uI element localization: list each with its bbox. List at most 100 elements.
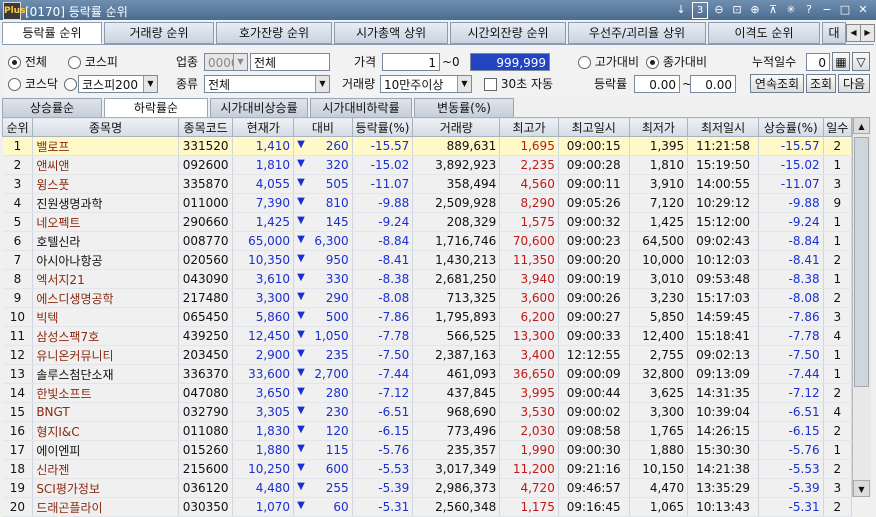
radio-vs-high[interactable]: 고가대비: [578, 53, 639, 71]
tab-rate-rank[interactable]: 등락률 순위: [2, 22, 102, 44]
tab-market-cap[interactable]: 시가총액 상위: [334, 22, 448, 44]
col-high[interactable]: 최고가: [499, 117, 559, 137]
calendar-icon[interactable]: ▦: [832, 52, 850, 71]
col-code[interactable]: 종목코드: [177, 117, 234, 137]
cell-price: 12,450: [232, 326, 295, 346]
cell-name: 앤씨앤: [32, 155, 179, 175]
scroll-thumb[interactable]: [854, 137, 869, 387]
table-row[interactable]: 16 형지I&C 011080 1,830 ▼ 120 -6.15 773,496 2,030 0…: [2, 421, 853, 441]
next-button[interactable]: 다음: [838, 74, 870, 93]
col-price[interactable]: 현재가: [232, 117, 295, 137]
col-volume[interactable]: 거래량: [412, 117, 501, 137]
rate-from-field[interactable]: 0.00: [634, 75, 680, 93]
tab-rise-rate[interactable]: 상승률순: [2, 98, 102, 118]
title-bar: Plus [0170] 등락률 순위 ↓ 3 ⊖ ⊡ ⊕ ⊼ ✳ ? − □ ✕: [0, 0, 876, 20]
window-title: [0170] 등락률 순위: [25, 5, 128, 19]
type-select[interactable]: 전체 ▼: [204, 75, 330, 93]
vertical-scrollbar[interactable]: ▲ ▼: [852, 117, 871, 497]
down-arrow-icon[interactable]: ↓: [674, 2, 688, 17]
filter-icon[interactable]: ▽: [852, 52, 870, 71]
table-row[interactable]: 3 윙스풋 335870 4,055 ▼ 505 -11.07 358,494 4,560 09:…: [2, 174, 853, 194]
tab-open-fall[interactable]: 시가대비하락률: [310, 98, 412, 118]
table-row[interactable]: 9 에스디생명공학 217480 3,300 ▼ 290 -8.08 713,325 3,600…: [2, 288, 853, 308]
scroll-up-icon[interactable]: ▲: [853, 117, 870, 134]
scroll-down-icon[interactable]: ▼: [853, 480, 870, 497]
col-low[interactable]: 최저가: [628, 117, 689, 137]
industry-value-field[interactable]: 전체: [250, 53, 330, 71]
maximize-icon[interactable]: □: [838, 2, 852, 17]
cell-code: 008770: [178, 231, 234, 251]
tab-next-icon[interactable]: ▶: [860, 24, 875, 42]
radio-kosdaq[interactable]: 코스닥: [8, 75, 58, 93]
down-triangle-icon: ▼: [297, 424, 305, 435]
table-row[interactable]: 17 에이엔피 015260 1,880 ▼ 115 -5.76 235,357 1,990 09…: [2, 440, 853, 460]
table-row[interactable]: 5 네오펙트 290660 1,425 ▼ 145 -9.24 208,329 1,575 09:…: [2, 212, 853, 232]
industry-code-select[interactable]: 0000 ▼: [204, 53, 248, 71]
tab-afterhours-rank[interactable]: 시간외잔량 순위: [450, 22, 566, 44]
table-row[interactable]: 13 솔루스첨단소재 336370 33,600 ▼ 2,700 -7.44 461,093 3…: [2, 364, 853, 384]
table-row[interactable]: 12 유니온커뮤니티 203450 2,900 ▼ 235 -7.50 2,387,163 3,…: [2, 345, 853, 365]
help-icon[interactable]: ?: [802, 2, 816, 17]
tab-open-rise[interactable]: 시가대비상승률: [210, 98, 308, 118]
query-button[interactable]: 조회: [806, 74, 836, 93]
tab-volume-rank[interactable]: 거래량 순위: [104, 22, 214, 44]
col-up-rate[interactable]: 상승률(%): [757, 117, 824, 137]
table-row[interactable]: 19 SCI평가정보 036120 4,480 ▼ 255 -5.39 2,986,373 4,…: [2, 478, 853, 498]
cell-code: 065450: [178, 307, 234, 327]
close-icon[interactable]: ✕: [856, 2, 870, 17]
cell-price: 1,830: [232, 421, 295, 441]
table-row[interactable]: 7 아시아나항공 020560 10,350 ▼ 950 -8.41 1,430,213 11,…: [2, 250, 853, 270]
cell-change: ▼ 255: [293, 478, 353, 498]
table-row[interactable]: 8 엑서지21 043090 3,610 ▼ 330 -8.38 2,681,250 3,940…: [2, 269, 853, 289]
cell-volume: 2,509,928: [412, 193, 501, 213]
table-row[interactable]: 10 빅텍 065450 5,860 ▼ 500 -7.86 1,795,893 6,200 09…: [2, 307, 853, 327]
cell-low-time: 14:31:35: [687, 383, 759, 403]
rate-to-field[interactable]: 0.00: [690, 75, 736, 93]
price-from-field[interactable]: 1: [382, 53, 440, 71]
cell-volume: 437,845: [412, 383, 501, 403]
tab-preferred-rank[interactable]: 우선주/괴리율 상위: [568, 22, 706, 44]
table-row[interactable]: 4 진원생명과학 011000 7,390 ▼ 810 -9.88 2,509,928 8,29…: [2, 193, 853, 213]
table-row[interactable]: 18 신라젠 215600 10,250 ▼ 600 -5.53 3,017,349 11,20…: [2, 459, 853, 479]
volume-select[interactable]: 10만주이상 ▼: [380, 75, 472, 93]
col-name[interactable]: 종목명: [32, 117, 179, 137]
col-rate[interactable]: 등락률(%): [351, 117, 414, 137]
cum-days-field[interactable]: 0: [806, 53, 830, 71]
table-row[interactable]: 2 앤씨앤 092600 1,810 ▼ 320 -15.02 3,892,923 2,235 0…: [2, 155, 853, 175]
radio-all[interactable]: 전체: [8, 53, 47, 71]
tab-prev-icon[interactable]: ◀: [846, 24, 861, 42]
minimize-icon[interactable]: −: [820, 2, 834, 17]
auto30-checkbox[interactable]: 30초 자동: [484, 75, 553, 93]
radio-kospi[interactable]: 코스피: [68, 53, 118, 71]
kospi200-select[interactable]: 코스피200 ▼: [78, 75, 158, 93]
zoom-out-icon[interactable]: ⊖: [712, 2, 726, 17]
tab-quote-rank[interactable]: 호가잔량 순위: [216, 22, 332, 44]
col-high-time[interactable]: 최고일시: [557, 117, 630, 137]
zoom-in-icon[interactable]: ⊕: [748, 2, 762, 17]
tab-volatility[interactable]: 변동률(%): [414, 98, 514, 118]
cell-up-rate: -7.44: [758, 364, 824, 384]
pin-icon[interactable]: ⊼: [766, 2, 780, 17]
table-row[interactable]: 14 한빛소프트 047080 3,650 ▼ 280 -7.12 437,845 3,995 0…: [2, 383, 853, 403]
settings-icon[interactable]: ✳: [784, 2, 798, 17]
table-row[interactable]: 6 호텔신라 008770 65,000 ▼ 6,300 -8.84 1,716,746 70,…: [2, 231, 853, 251]
cell-change: ▼ 500: [293, 307, 353, 327]
tab-fall-rate[interactable]: 하락률순: [104, 98, 208, 118]
price-to-field[interactable]: 999,999: [470, 53, 550, 71]
tab-bulk[interactable]: 대량: [822, 22, 846, 44]
cell-price: 10,350: [232, 250, 295, 270]
page-number[interactable]: 3: [692, 2, 708, 19]
radio-vs-close[interactable]: 종가대비: [646, 53, 707, 71]
table-row[interactable]: 15 BNGT 032790 3,305 ▼ 230 -6.51 968,690 3,530 09…: [2, 402, 853, 422]
col-low-time[interactable]: 최저일시: [687, 117, 759, 137]
table-row[interactable]: 20 드래곤플라이 030350 1,070 ▼ 60 -5.31 2,560,348 1,17…: [2, 497, 853, 517]
consecutive-query-button[interactable]: 연속조회: [750, 74, 804, 93]
radio-kospi200[interactable]: [64, 75, 77, 93]
col-change[interactable]: 대비: [293, 117, 353, 137]
col-days[interactable]: 일수: [822, 117, 853, 137]
table-row[interactable]: 1 밸로프 331520 1,410 ▼ 260 -15.57 889,631 1,695 09:…: [2, 136, 853, 156]
table-row[interactable]: 11 삼성스팩7호 439250 12,450 ▼ 1,050 -7.78 566,525 13…: [2, 326, 853, 346]
tab-disparity-rank[interactable]: 이격도 순위: [708, 22, 820, 44]
resize-icon[interactable]: ⊡: [730, 2, 744, 17]
col-rank[interactable]: 순위: [1, 117, 34, 137]
